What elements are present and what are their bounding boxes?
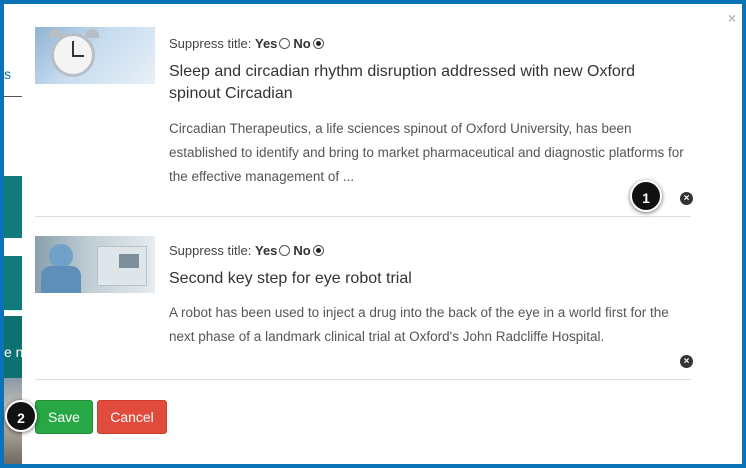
background-text-fragment: s [4,66,11,82]
cancel-button[interactable]: Cancel [97,400,167,434]
news-item: Suppress title: Yes No Sleep and circadia… [35,8,693,217]
news-summary: Circadian Therapeutics, a life sciences … [169,121,684,184]
modal-close-icon[interactable]: × [728,10,736,26]
news-selection-modal: × Suppress title: Yes No Sleep and circad… [22,4,742,464]
news-item-content: Suppress title: Yes No Second key step fo… [169,242,689,349]
news-title: Second key step for eye robot trial [169,270,412,287]
suppress-title-label: Suppress title: [169,36,252,51]
suppress-title-control: Suppress title: Yes No [169,35,689,53]
news-summary: A robot has been used to inject a drug i… [169,305,669,344]
remove-item-icon[interactable]: × [680,192,693,205]
clock-bell-shape [85,29,99,38]
surgeon-shape [49,244,73,268]
suppress-title-control: Suppress title: Yes No [169,242,689,260]
clock-hand-shape [72,41,74,56]
suppress-no-radio[interactable] [312,245,324,256]
step-callout-badge: 2 [5,400,37,432]
suppress-yes-label: Yes [255,243,278,258]
news-title: Sleep and circadian rhythm disruption ad… [169,63,636,102]
clock-hand-shape [72,55,84,57]
suppress-no-label: No [293,243,311,258]
remove-item-icon[interactable]: × [680,355,693,368]
news-thumbnail-eye-surgery [35,236,155,293]
suppress-yes-label: Yes [255,36,278,51]
news-item-content: Suppress title: Yes No Sleep and circadia… [169,35,689,189]
save-button[interactable]: Save [35,400,93,434]
step-callout-badge: 1 [630,180,662,212]
suppress-no-radio[interactable] [312,38,324,49]
suppress-no-label: No [293,36,311,51]
suppress-yes-radio[interactable] [279,38,291,49]
suppress-yes-radio[interactable] [279,245,291,256]
suppress-title-label: Suppress title: [169,243,252,258]
surgeon-shape [41,266,81,293]
background-text-fragment: e n [4,344,24,360]
equipment-screen-shape [119,254,139,268]
news-item: Suppress title: Yes No Second key step fo… [35,217,693,380]
news-thumbnail-alarm-clock [35,27,155,84]
